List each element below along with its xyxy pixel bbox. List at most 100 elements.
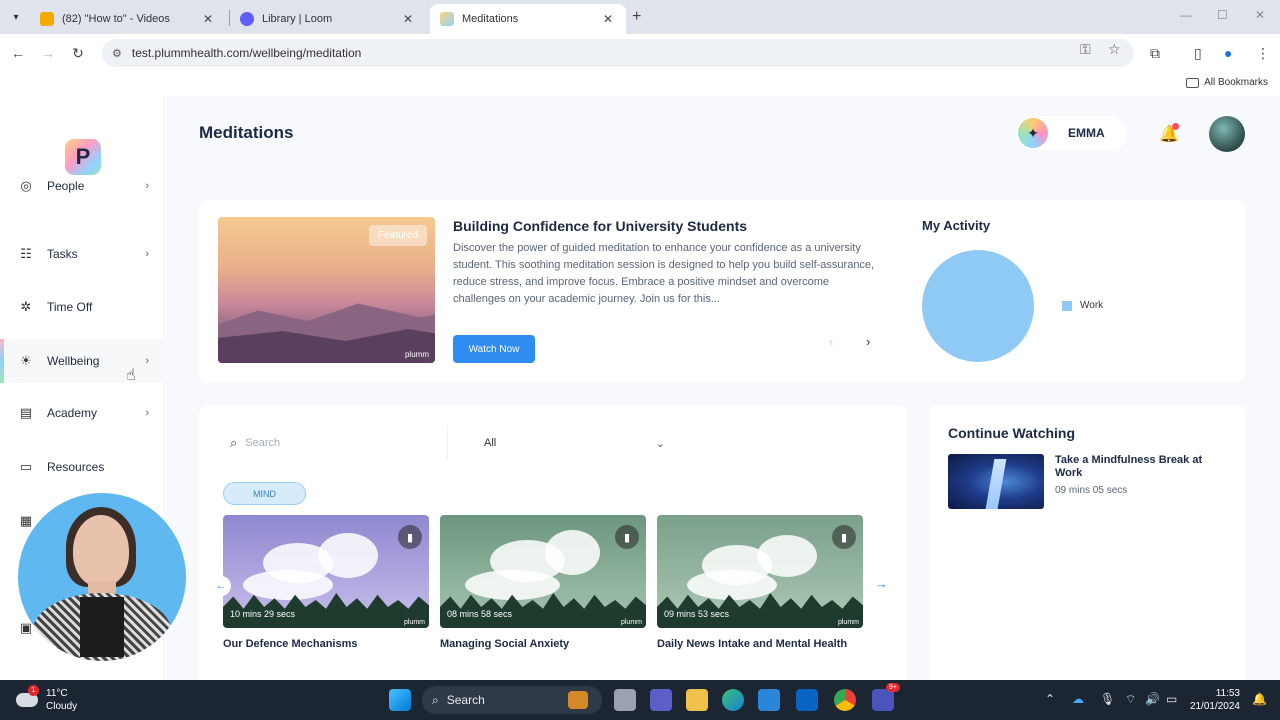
cloud-icon: 1 — [16, 685, 39, 707]
folder-icon: ▭ — [19, 459, 33, 474]
activity-pie-chart — [922, 250, 1034, 362]
webcam-bubble[interactable] — [18, 493, 186, 661]
sidebar-item-wellbeing[interactable]: ☀ Wellbeing › — [0, 339, 163, 383]
browser-tab-loom[interactable]: Library | Loom ✕ — [230, 4, 426, 34]
carousel-prev-icon[interactable]: ‹ — [829, 334, 833, 349]
search-input[interactable] — [245, 437, 426, 449]
carousel-next-icon[interactable]: → — [875, 576, 888, 591]
search-box: ⌕ — [218, 426, 448, 460]
browser-tab-meditations[interactable]: Meditations ✕ — [430, 4, 626, 34]
bookmark-icon[interactable]: ▮ — [615, 525, 639, 549]
side-panel-icon[interactable]: ▯ — [1194, 45, 1202, 62]
all-bookmarks-label: All Bookmarks — [1204, 77, 1268, 88]
all-bookmarks-button[interactable]: All Bookmarks — [1186, 77, 1268, 88]
sidebar-item-label: Resources — [47, 460, 105, 474]
featured-card: Featured plumm Building Confidence for U… — [199, 200, 1245, 382]
featured-title: Building Confidence for University Stude… — [453, 218, 748, 234]
reload-icon[interactable]: ↻ — [68, 43, 88, 63]
address-bar[interactable]: ⚙ test.plummhealth.com/wellbeing/meditat… — [102, 39, 1134, 67]
site-info-icon[interactable]: ⚙ — [112, 47, 122, 60]
wifi-icon[interactable]: ⌔ — [1125, 692, 1136, 707]
plumm-favicon-icon — [440, 12, 454, 26]
video-thumbnail[interactable]: ▮ 08 mins 58 secs plumm — [440, 515, 646, 628]
weather-widget[interactable]: 1 11°C Cloudy — [16, 685, 78, 713]
teams-work-icon[interactable]: 9+ — [872, 683, 900, 711]
category-filter-dropdown[interactable]: All ⌄ — [471, 426, 671, 460]
task-view-icon[interactable] — [614, 689, 636, 711]
browser-tab-videos[interactable]: (82) "How to" - Videos ✕ — [30, 4, 226, 34]
briefcase-icon[interactable] — [568, 691, 588, 709]
windows-taskbar: 1 11°C Cloudy ⌕ Search 9+ ⌃ ☁ 🎙 ⌔ 🔊 ▭ 11… — [0, 680, 1280, 720]
sidebar-item-resources[interactable]: ▭ Resources — [0, 445, 163, 489]
temperature: 11°C — [46, 688, 68, 699]
clock[interactable]: 11:53 21/01/2024 — [1190, 687, 1240, 713]
search-icon: ⌕ — [230, 435, 238, 450]
continue-watching-duration: 09 mins 05 secs — [1055, 485, 1128, 496]
microphone-icon[interactable]: 🎙 — [1100, 692, 1115, 706]
tab-search-icon[interactable]: ▾ — [6, 7, 26, 27]
video-card[interactable]: ▮ 09 mins 53 secs plumm Daily News Intak… — [657, 515, 863, 650]
close-window-icon[interactable]: ✕ — [1255, 8, 1265, 22]
watch-now-button[interactable]: Watch Now — [453, 335, 535, 363]
store-icon[interactable] — [758, 689, 780, 711]
sidebar-item-time-off[interactable]: ✲ Time Off — [0, 285, 163, 329]
back-icon[interactable]: ← — [8, 43, 28, 63]
bookmark-icon[interactable]: ▮ — [398, 525, 422, 549]
menu-icon[interactable]: ⋮ — [1256, 45, 1270, 62]
onedrive-icon[interactable]: ☁ — [1072, 692, 1084, 706]
notification-center-icon[interactable]: 🔔 — [1252, 692, 1267, 706]
file-explorer-icon[interactable] — [686, 689, 708, 711]
sidebar-item-people[interactable]: ◎ People › — [0, 180, 163, 204]
featured-thumbnail[interactable]: Featured plumm — [218, 217, 435, 363]
close-tab-icon[interactable]: ✕ — [200, 12, 216, 26]
avatar[interactable] — [1209, 116, 1245, 152]
user-menu[interactable]: ✦ EMMA — [1016, 116, 1126, 150]
chrome-icon[interactable] — [834, 689, 856, 711]
close-tab-icon[interactable]: ✕ — [600, 12, 616, 26]
folder-icon — [1186, 77, 1200, 88]
windows-start-icon[interactable] — [389, 689, 411, 711]
url-text: test.plummhealth.com/wellbeing/meditatio… — [131, 46, 362, 60]
carousel-next-icon[interactable]: › — [866, 334, 870, 349]
palm-tree-icon: ✲ — [20, 299, 32, 314]
category-tag-mind[interactable]: MIND — [223, 482, 306, 505]
cloud-shape — [318, 533, 378, 578]
pie-slice-work — [922, 250, 1034, 362]
video-duration: 09 mins 53 secs — [664, 609, 730, 619]
sparkle-icon: ✦ — [1018, 118, 1048, 148]
bookmark-icon[interactable]: ▮ — [832, 525, 856, 549]
new-tab-icon[interactable]: + — [632, 8, 641, 26]
waterfall-shape — [985, 459, 1007, 509]
meditation-library: ⌕ All ⌄ MIND ▮ 10 mins 29 secs plumm Our… — [199, 405, 907, 695]
carousel-prev-icon[interactable]: ← — [211, 576, 231, 596]
sidebar-item-label: Tasks — [47, 247, 78, 261]
plumm-logo[interactable]: P — [65, 139, 101, 175]
minimize-icon[interactable]: — — [1180, 8, 1192, 22]
continue-watching-thumbnail[interactable] — [948, 454, 1044, 509]
edge-icon[interactable] — [722, 689, 744, 711]
maximize-icon[interactable]: ☐ — [1217, 8, 1228, 22]
close-tab-icon[interactable]: ✕ — [400, 12, 416, 26]
volume-icon[interactable]: 🔊 — [1145, 692, 1160, 706]
password-key-icon[interactable]: ⚿ — [1080, 41, 1091, 58]
video-thumbnail[interactable]: ▮ 10 mins 29 secs plumm — [223, 515, 429, 628]
profile-icon[interactable]: ● — [1224, 45, 1232, 61]
featured-description: Discover the power of guided meditation … — [453, 242, 875, 305]
sidebar-item-academy[interactable]: ▤ Academy › — [0, 391, 163, 435]
video-thumbnail[interactable]: ▮ 09 mins 53 secs plumm — [657, 515, 863, 628]
battery-icon[interactable]: ▭ — [1166, 692, 1177, 706]
forward-icon[interactable]: → — [38, 43, 58, 63]
teams-icon[interactable] — [650, 689, 672, 711]
browser-tab-bar: ▾ (82) "How to" - Videos ✕ Library | Loo… — [0, 0, 1280, 34]
continue-watching-video-title[interactable]: Take a Mindfulness Break at Work — [1055, 454, 1225, 480]
video-card[interactable]: ▮ 08 mins 58 secs plumm Managing Social … — [440, 515, 646, 650]
video-card[interactable]: ▮ 10 mins 29 secs plumm Our Defence Mech… — [223, 515, 429, 650]
outlook-icon[interactable] — [796, 689, 818, 711]
show-hidden-icons-icon[interactable]: ⌃ — [1045, 692, 1055, 706]
sun-icon: ☀ — [20, 353, 32, 368]
sidebar-item-tasks[interactable]: ☷ Tasks › — [0, 232, 163, 276]
activity-legend: Work — [1062, 300, 1103, 311]
weather-condition: Cloudy — [46, 701, 78, 712]
extensions-icon[interactable]: ⧉ — [1150, 45, 1160, 62]
bookmark-star-icon[interactable]: ☆ — [1108, 41, 1121, 58]
